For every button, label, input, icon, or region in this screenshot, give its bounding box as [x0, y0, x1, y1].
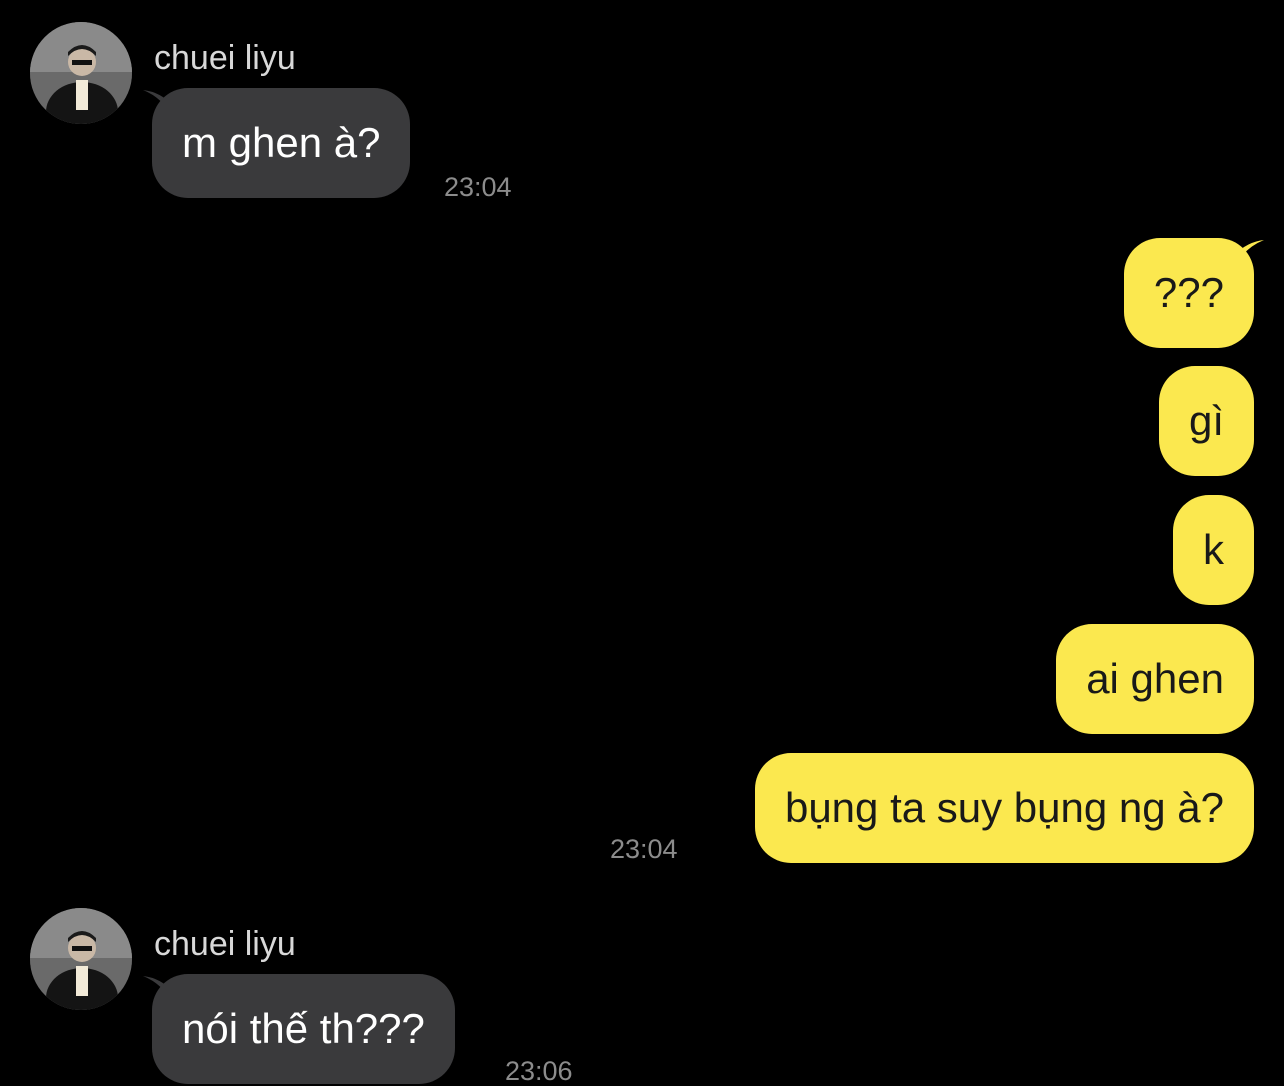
timestamp: 23:04	[444, 172, 512, 202]
timestamp: 23:04	[610, 834, 678, 864]
message-bubble-outgoing[interactable]: ai ghen	[1056, 624, 1254, 734]
message-bubble-outgoing[interactable]: k	[1173, 495, 1254, 605]
avatar[interactable]	[30, 908, 132, 1010]
sender-name: chuei liyu	[154, 925, 296, 963]
message-bubble-outgoing[interactable]: ???	[1123, 238, 1254, 348]
timestamp: 23:06	[505, 1056, 573, 1086]
message-bubble-outgoing[interactable]: gì	[1158, 366, 1254, 476]
message-bubble-outgoing[interactable]: bụng ta suy bụng ng à?	[754, 753, 1254, 863]
avatar[interactable]	[30, 22, 132, 124]
message-bubble-incoming[interactable]: m ghen à?	[152, 88, 411, 198]
sender-name: chuei liyu	[154, 39, 296, 77]
message-bubble-incoming[interactable]: nói thế th???	[152, 974, 455, 1084]
